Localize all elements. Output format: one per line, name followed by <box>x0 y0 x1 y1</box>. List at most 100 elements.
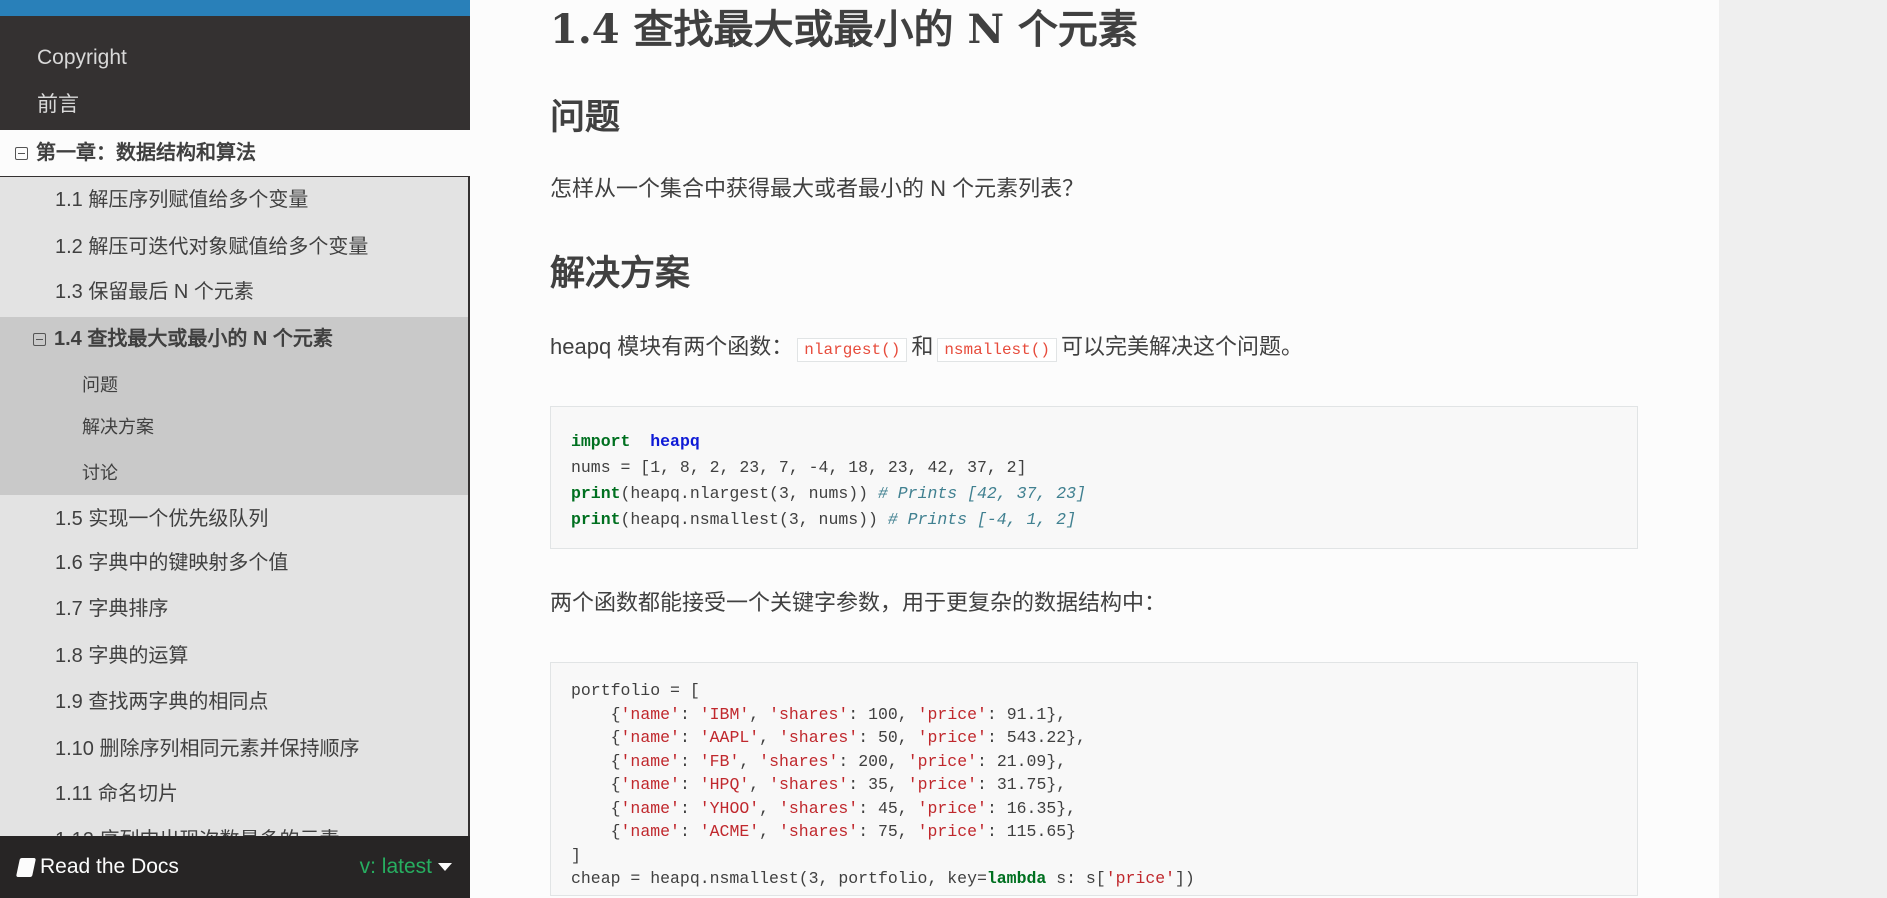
code-token: 'name' <box>620 775 680 794</box>
code-token: ] <box>571 845 581 865</box>
sidebar-toc-item[interactable]: 1.1 解压序列赋值给多个变量 <box>55 188 470 212</box>
code-line: import heapq <box>571 429 1617 455</box>
inline-code-nsmallest: nsmallest() <box>937 338 1057 362</box>
code-token: : <box>679 822 700 841</box>
code-token: { <box>571 751 621 771</box>
code-token: 'shares' <box>769 775 849 794</box>
code-line: {'name': 'IBM', 'shares': 100, 'price': … <box>571 703 1617 727</box>
code-line: cheap = heapq.nsmallest(3, portfolio, ke… <box>571 867 1617 891</box>
sidebar-toc-item[interactable]: 1.6 字典中的键映射多个值 <box>55 551 470 575</box>
code-token: import <box>571 432 631 451</box>
code-token: { <box>571 728 621 747</box>
code-token: 'name' <box>620 728 680 747</box>
sidebar-sub-problem[interactable]: 问题 <box>82 373 470 397</box>
code-token: : 200, <box>838 751 908 771</box>
code-block-2: portfolio = [ {'name': 'IBM', 'shares': … <box>550 662 1638 896</box>
code-token: : 45, <box>858 798 918 818</box>
code-token: print <box>571 510 621 529</box>
sidebar-sub-solution[interactable]: 解决方案 <box>82 415 470 439</box>
book-icon <box>15 857 37 877</box>
sidebar-sub-discussion[interactable]: 讨论 <box>82 461 470 485</box>
code-token: 'shares' <box>778 822 859 841</box>
code-token: 'price' <box>917 798 987 818</box>
sidebar-chapter-1[interactable]: 第一章：数据结构和算法 <box>15 141 470 165</box>
code-token: nums = [1, 8, 2, 23, 7, -4, 18, 23, 42, … <box>571 458 1027 477</box>
code-token: : 100, <box>848 704 918 724</box>
paragraph-2: 两个函数都能接受一个关键字参数，用于更复杂的数据结构中： <box>550 590 1167 615</box>
sidebar-item-preface[interactable]: 前言 <box>37 90 79 120</box>
code-token: : 543.22}, <box>986 728 1086 747</box>
code-token: : 31.75}, <box>977 775 1067 794</box>
sidebar: Copyright 前言 第一章：数据结构和算法 1.1 解压序列赋值给多个变量… <box>0 0 470 898</box>
sidebar-toc-item[interactable]: 1.7 字典排序 <box>55 597 470 621</box>
code-token: : 16.35}, <box>986 798 1077 818</box>
code-token: , <box>759 728 779 747</box>
version-selector[interactable]: v: latest <box>360 855 452 879</box>
code-token: { <box>571 775 621 794</box>
text: heapq 模块有两个函数： <box>550 334 794 359</box>
code-line: print(heapq.nlargest(3, nums)) # Prints … <box>571 481 1617 507</box>
code-token: 'AAPL' <box>699 728 760 747</box>
sidebar-toc-item[interactable]: 1.10 删除序列相同元素并保持顺序 <box>55 737 470 761</box>
sidebar-toc-item[interactable]: 1.5 实现一个优先级队列 <box>55 507 470 531</box>
code-token: , <box>759 798 779 818</box>
code-line: portfolio = [ <box>571 679 1617 703</box>
code-token: : <box>679 704 700 724</box>
code-token: s: s[ <box>1046 869 1106 888</box>
code-token: 'price' <box>917 728 987 747</box>
sidebar-toc-item[interactable]: 1.3 保留最后 N 个元素 <box>55 280 470 304</box>
brand-label: Read the Docs <box>40 855 179 878</box>
code-token: 'price' <box>917 704 987 724</box>
code-token: 'IBM' <box>699 704 750 724</box>
code-token: ]) <box>1175 869 1195 888</box>
code-line: ] <box>571 844 1617 868</box>
code-token: 'name' <box>620 822 680 841</box>
code-token: 'shares' <box>759 751 839 771</box>
code-token: 'name' <box>620 751 680 771</box>
sidebar-toc-item[interactable]: 1.2 解压可迭代对象赋值给多个变量 <box>55 235 470 259</box>
code-line: nums = [1, 8, 2, 23, 7, -4, 18, 23, 42, … <box>571 455 1617 481</box>
code-token: , <box>749 775 770 794</box>
code-token: : <box>679 728 700 747</box>
code-token: : 75, <box>858 822 918 841</box>
code-token: 'shares' <box>778 798 859 818</box>
collapse-icon[interactable] <box>33 332 46 346</box>
code-line: {'name': 'HPQ', 'shares': 35, 'price': 3… <box>571 773 1617 797</box>
problem-text: 怎样从一个集合中获得最大或者最小的 N 个元素列表？ <box>550 176 1085 201</box>
inline-code-nlargest: nlargest() <box>797 338 908 362</box>
code-token: 'shares' <box>769 704 849 724</box>
code-token: 'price' <box>917 822 987 841</box>
text: 可以完美解决这个问题。 <box>1060 334 1303 359</box>
version-label: v: latest <box>359 855 432 878</box>
code-token: 'price' <box>907 775 978 794</box>
sidebar-toc-item[interactable]: 1.8 字典的运算 <box>55 644 470 668</box>
caret-down-icon <box>438 863 452 871</box>
sidebar-toc-item[interactable]: 1.9 查找两字典的相同点 <box>55 690 470 714</box>
solution-text: heapq 模块有两个函数： nlargest() 和 nsmallest() 可以完美… <box>550 332 1303 365</box>
code-token: 'price' <box>907 751 978 771</box>
rtd-brand[interactable]: Read the Docs <box>15 855 179 879</box>
code-line: {'name': 'AAPL', 'shares': 50, 'price': … <box>571 726 1617 750</box>
code-token: 'name' <box>620 798 680 818</box>
sidebar-item-current[interactable]: 1.4 查找最大或最小的 N 个元素 <box>33 327 470 351</box>
code-token: 'name' <box>620 704 680 724</box>
page-title: 1.4 查找最大或最小的 N 个元素 <box>550 6 1138 53</box>
code-token: : 21.09}, <box>977 751 1067 771</box>
sidebar-item-copyright[interactable]: Copyright <box>37 43 127 73</box>
code-token: 'ACME' <box>699 822 760 841</box>
code-token: { <box>571 704 621 724</box>
code-token: (heapq.nsmallest(3, nums)) <box>620 510 888 529</box>
code-token: # Prints [42, 37, 23] <box>877 484 1086 503</box>
rtd-footer[interactable]: Read the Docs v: latest <box>0 836 470 898</box>
code-token: : <box>679 751 700 771</box>
code-line: {'name': 'ACME', 'shares': 75, 'price': … <box>571 820 1617 844</box>
code-token: (heapq.nlargest(3, nums)) <box>620 484 878 503</box>
collapse-icon[interactable] <box>15 146 28 160</box>
main-content: 1.4 查找最大或最小的 N 个元素 问题 怎样从一个集合中获得最大或者最小的 … <box>470 0 1719 898</box>
sidebar-toc-item[interactable]: 1.11 命名切片 <box>55 782 470 806</box>
chapter-label: 第一章：数据结构和算法 <box>36 142 256 164</box>
code-token: : <box>679 775 700 794</box>
code-token: print <box>571 484 621 503</box>
code-token: 'YHOO' <box>699 798 760 818</box>
